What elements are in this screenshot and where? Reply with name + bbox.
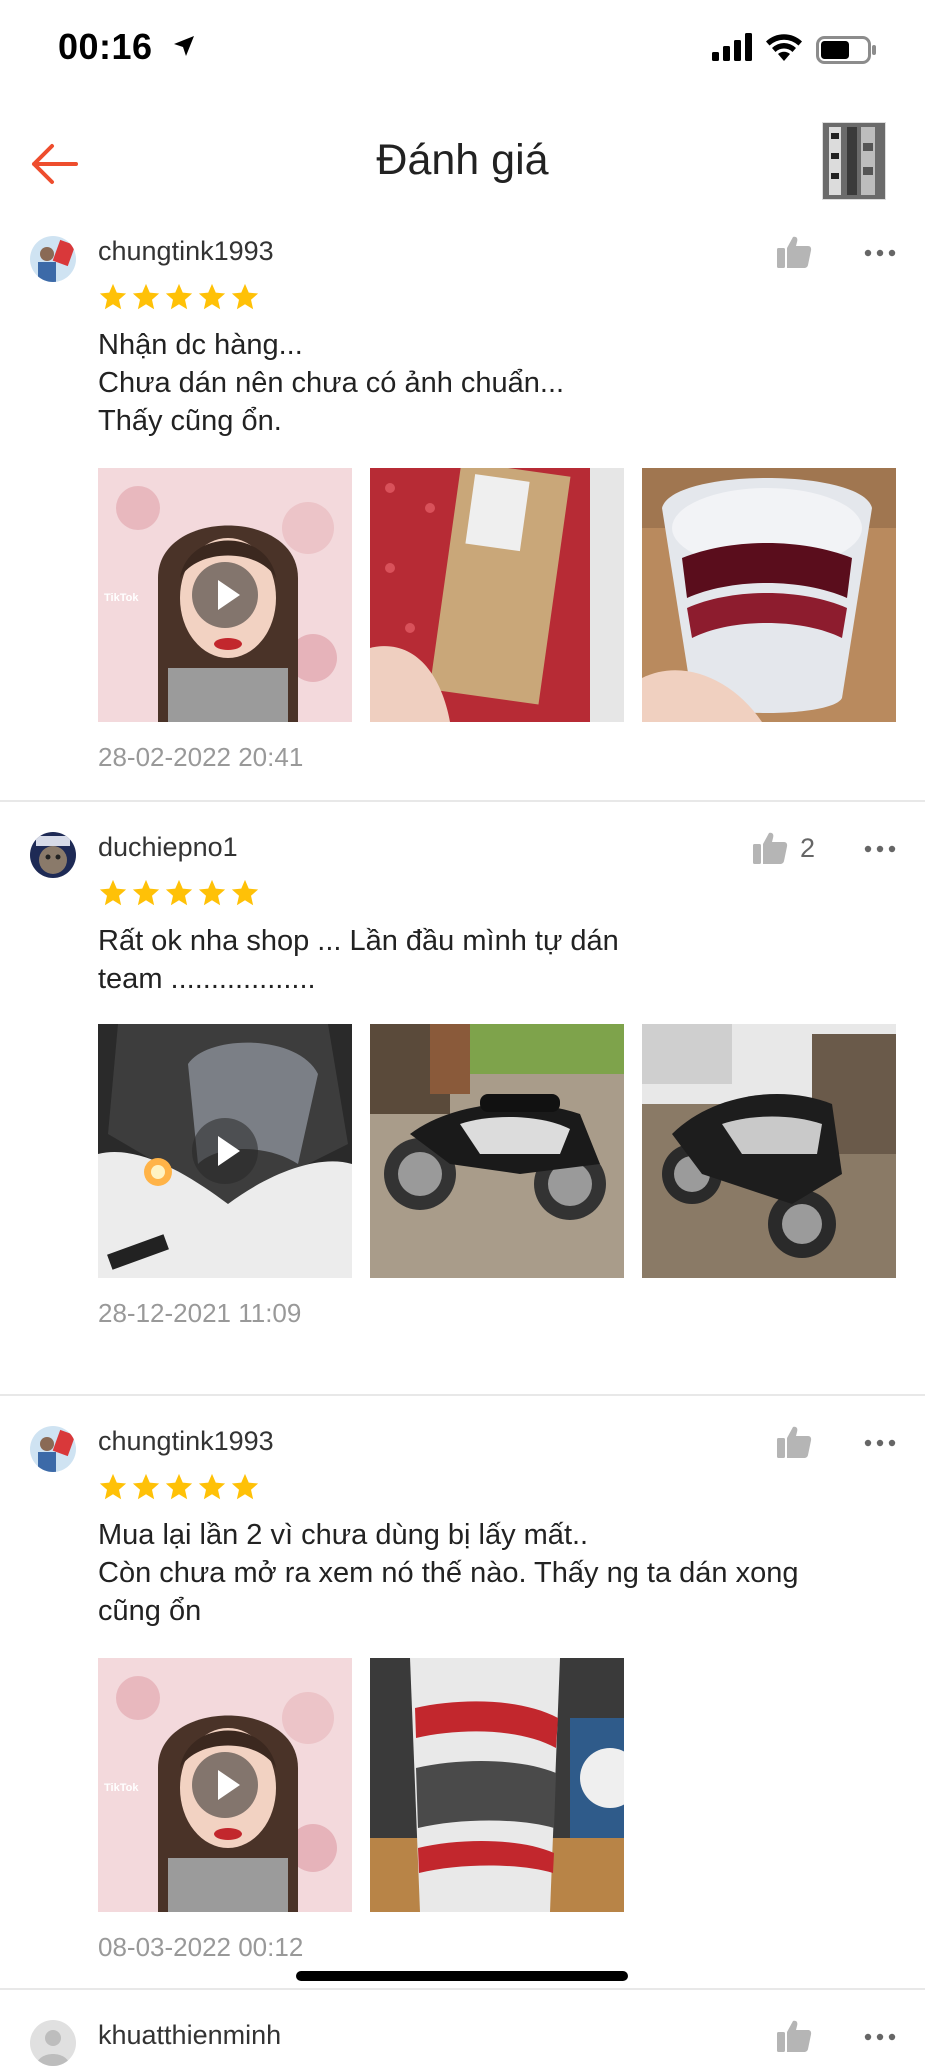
review-image[interactable] bbox=[370, 1658, 624, 1912]
review-media: TikTok bbox=[98, 1658, 624, 1912]
location-arrow-icon bbox=[174, 36, 194, 56]
header: Đánh giá bbox=[0, 100, 925, 230]
avatar[interactable] bbox=[30, 2020, 76, 2066]
star-icon bbox=[231, 283, 259, 310]
rating-stars bbox=[98, 1472, 260, 1502]
tiktok-watermark: TikTok bbox=[104, 1782, 139, 1794]
status-time: 00:16 bbox=[58, 26, 153, 67]
home-indicator[interactable] bbox=[296, 1971, 628, 1981]
review-username[interactable]: duchiepno1 bbox=[98, 832, 238, 863]
review-item: khuatthienminh bbox=[0, 1990, 925, 2070]
star-icon bbox=[231, 879, 259, 906]
star-icon bbox=[99, 283, 127, 310]
star-icon bbox=[132, 1473, 160, 1500]
star-icon bbox=[165, 283, 193, 310]
like-button[interactable] bbox=[776, 234, 824, 270]
review-text: Nhận dc hàng... Chưa dán nên chưa có ảnh… bbox=[98, 329, 565, 437]
play-icon bbox=[218, 1136, 240, 1166]
star-icon bbox=[132, 283, 160, 310]
like-button[interactable]: 2 bbox=[752, 830, 815, 866]
star-icon bbox=[198, 1473, 226, 1500]
star-icon bbox=[231, 1473, 259, 1500]
review-media bbox=[98, 1024, 896, 1278]
status-bar: 00:16 bbox=[0, 0, 925, 100]
more-options-button[interactable] bbox=[862, 2022, 898, 2052]
review-text: Rất ok nha shop ... Lần đầu mình tự dán … bbox=[98, 925, 619, 995]
star-icon bbox=[165, 879, 193, 906]
review-text: Mua lại lần 2 vì chưa dùng bị lấy mất.. … bbox=[98, 1519, 799, 1627]
star-icon bbox=[198, 283, 226, 310]
review-image[interactable] bbox=[370, 468, 624, 722]
thumbs-up-icon bbox=[753, 832, 788, 864]
more-horizontal-icon bbox=[864, 845, 896, 853]
star-icon bbox=[99, 879, 127, 906]
play-icon bbox=[218, 580, 240, 610]
avatar[interactable] bbox=[30, 236, 76, 282]
play-button[interactable] bbox=[192, 562, 258, 628]
review-image[interactable] bbox=[642, 468, 896, 722]
like-count: 2 bbox=[800, 832, 816, 863]
review-item: chungtink1993 Mua lại lần 2 vì chưa dùng… bbox=[0, 1396, 925, 1990]
star-icon bbox=[99, 1473, 127, 1500]
review-item: duchiepno1 2 Rất ok nha shop ... Lần đầu… bbox=[0, 802, 925, 1396]
review-item: chungtink1993 Nhận dc hàng... Chưa dán n… bbox=[0, 228, 925, 802]
more-horizontal-icon bbox=[864, 2033, 896, 2041]
star-icon bbox=[165, 1473, 193, 1500]
more-horizontal-icon bbox=[864, 249, 896, 257]
more-options-button[interactable] bbox=[862, 834, 898, 864]
play-button[interactable] bbox=[192, 1752, 258, 1818]
star-icon bbox=[132, 879, 160, 906]
review-list: chungtink1993 Nhận dc hàng... Chưa dán n… bbox=[0, 228, 925, 2070]
review-date: 08-03-2022 00:12 bbox=[98, 1932, 304, 1962]
review-media: TikTok bbox=[98, 468, 896, 722]
review-video[interactable]: TikTok bbox=[98, 468, 352, 722]
more-options-button[interactable] bbox=[862, 238, 898, 268]
review-video[interactable]: TikTok bbox=[98, 1658, 352, 1912]
play-icon bbox=[218, 1770, 240, 1800]
like-button[interactable] bbox=[776, 1424, 824, 1460]
review-username[interactable]: chungtink1993 bbox=[98, 1426, 274, 1457]
star-icon bbox=[198, 879, 226, 906]
product-thumbnail[interactable] bbox=[822, 122, 886, 200]
page-title: Đánh giá bbox=[376, 136, 549, 184]
cellular-signal-icon bbox=[712, 33, 752, 61]
review-image[interactable] bbox=[370, 1024, 624, 1278]
rating-stars bbox=[98, 282, 260, 312]
avatar[interactable] bbox=[30, 1426, 76, 1472]
play-button[interactable] bbox=[192, 1118, 258, 1184]
review-username[interactable]: khuatthienminh bbox=[98, 2020, 281, 2051]
more-horizontal-icon bbox=[864, 1439, 896, 1447]
review-image[interactable] bbox=[642, 1024, 896, 1278]
battery-icon bbox=[816, 36, 876, 64]
tiktok-watermark: TikTok bbox=[104, 592, 139, 604]
rating-stars bbox=[98, 878, 260, 908]
thumbs-up-icon bbox=[777, 2020, 812, 2052]
review-date: 28-12-2021 11:09 bbox=[98, 1298, 302, 1328]
review-date: 28-02-2022 20:41 bbox=[98, 742, 304, 772]
more-options-button[interactable] bbox=[862, 1428, 898, 1458]
review-video[interactable] bbox=[98, 1024, 352, 1278]
avatar[interactable] bbox=[30, 832, 76, 878]
like-button[interactable] bbox=[776, 2018, 812, 2054]
review-username[interactable]: chungtink1993 bbox=[98, 236, 274, 267]
thumbs-up-icon bbox=[777, 236, 812, 268]
wifi-icon bbox=[766, 34, 802, 61]
thumbs-up-icon bbox=[777, 1426, 812, 1458]
